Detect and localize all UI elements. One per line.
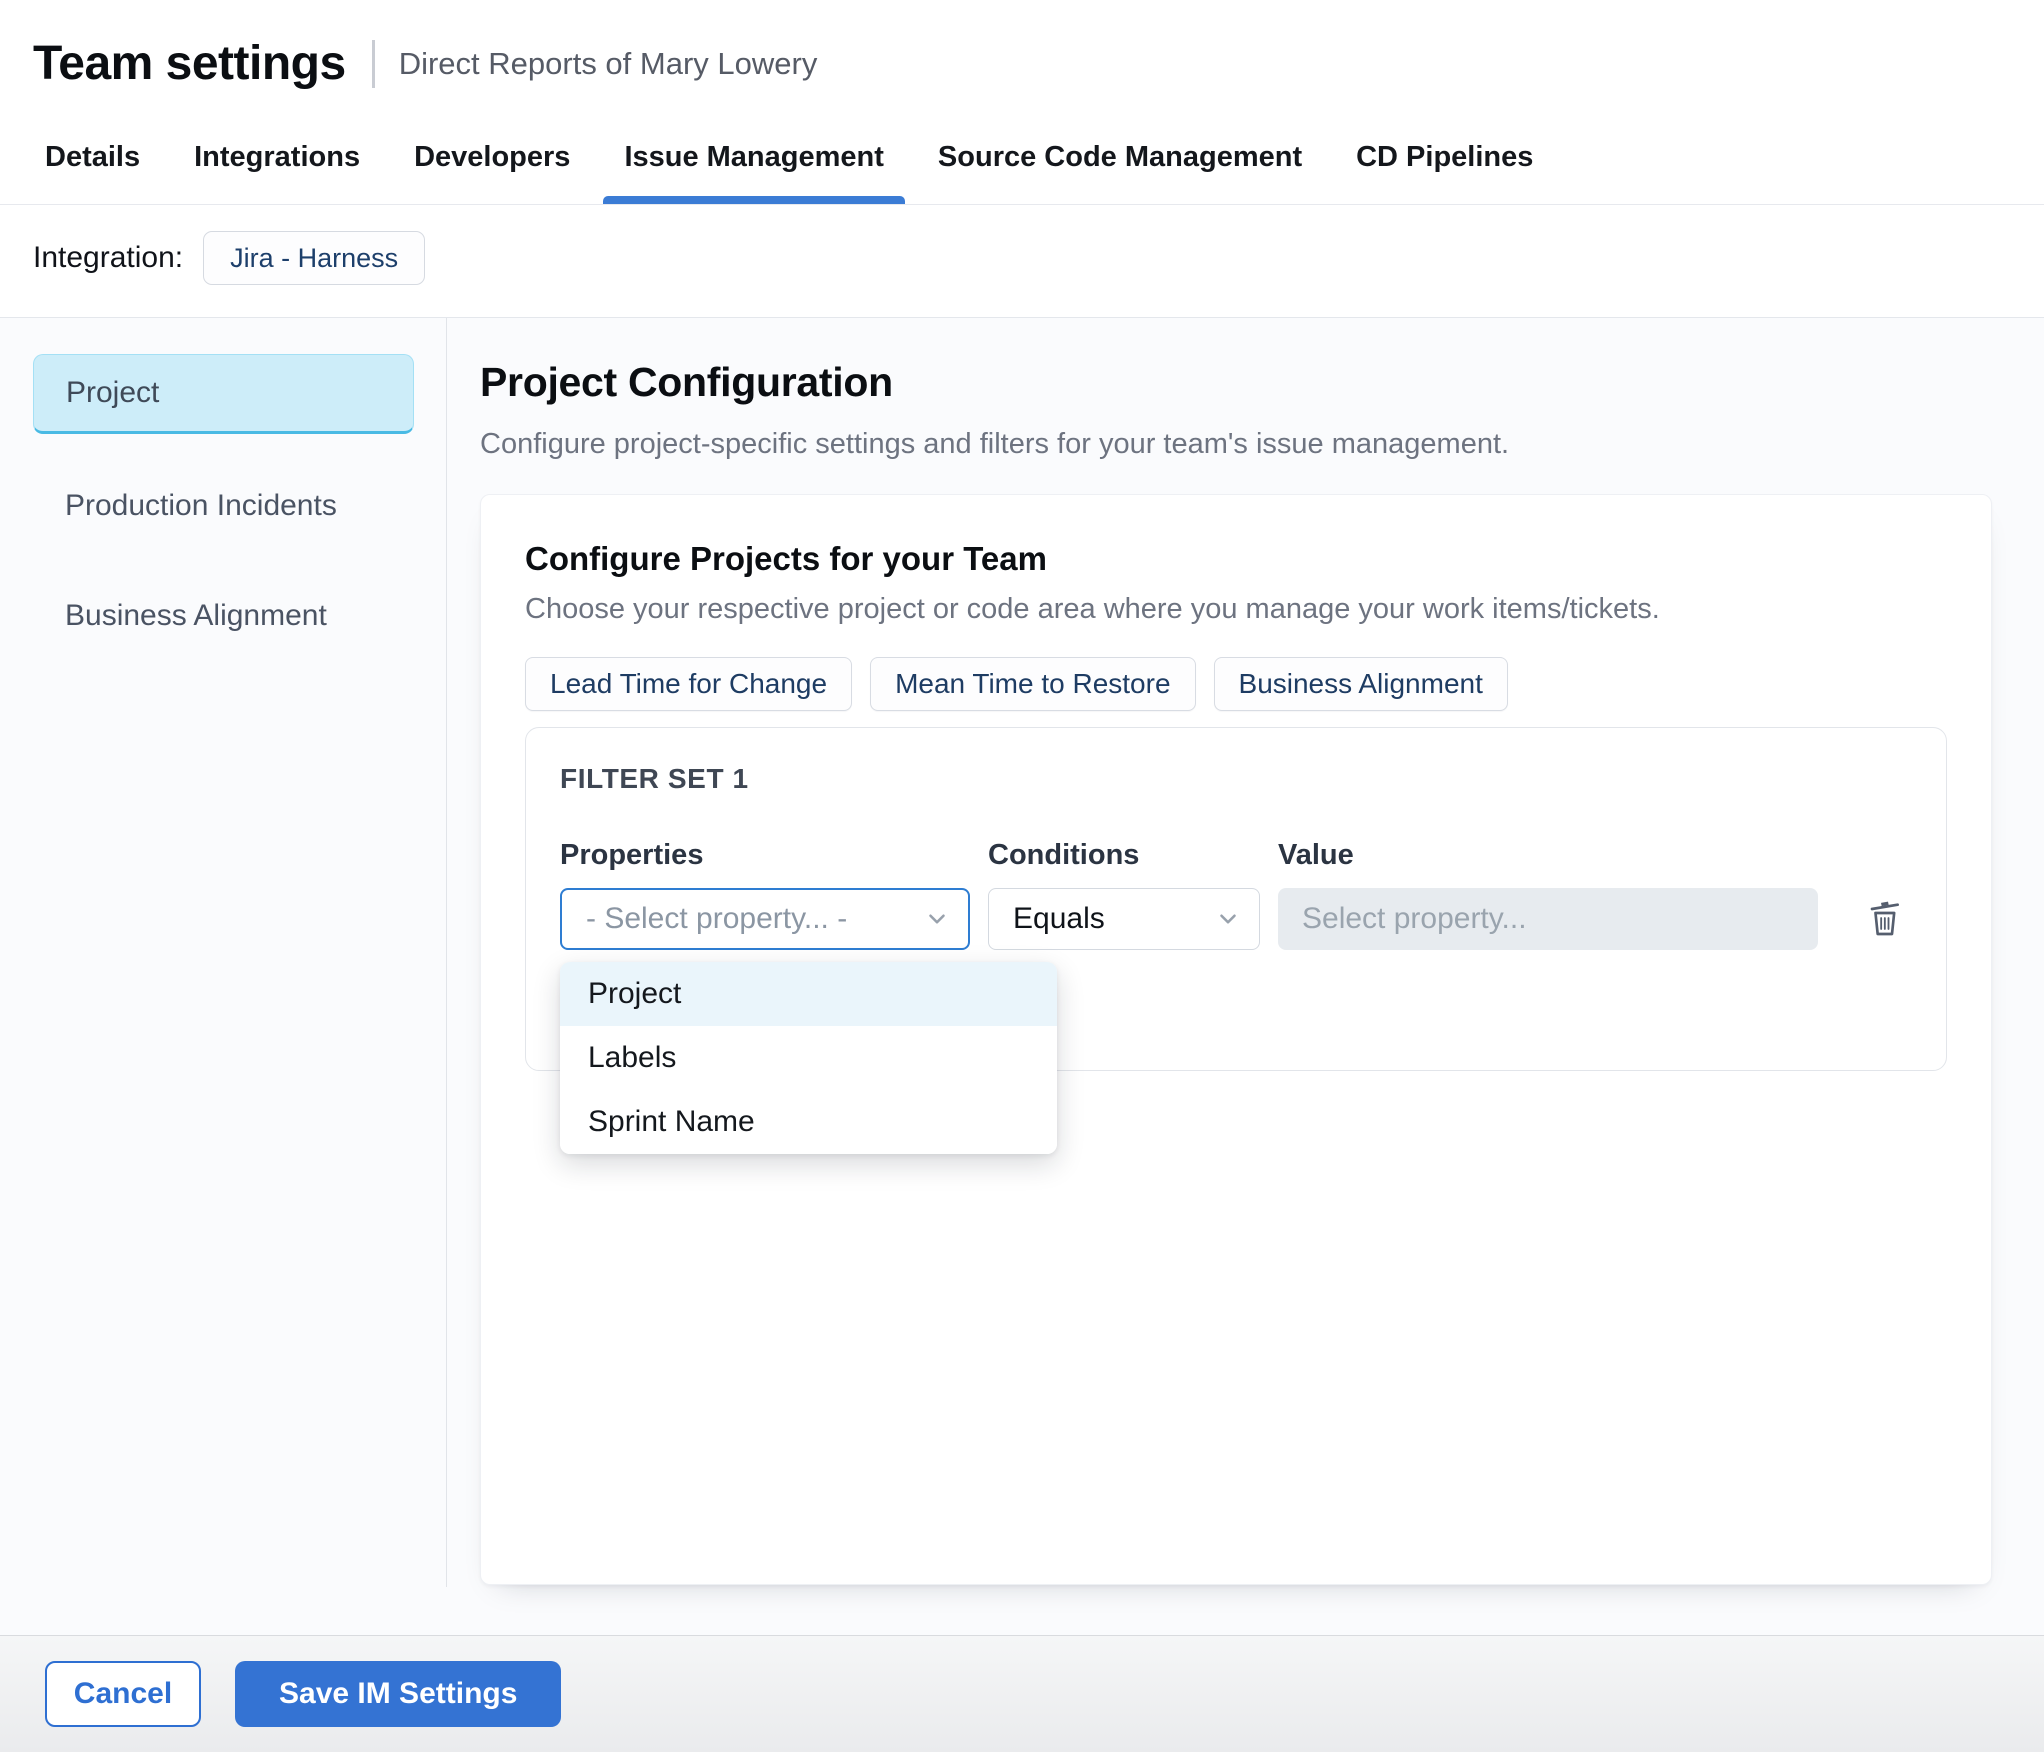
metric-pills: Lead Time for Change Mean Time to Restor… <box>525 657 1947 711</box>
tab-issue-management[interactable]: Issue Management <box>597 116 910 204</box>
integration-label: Integration: <box>33 241 184 274</box>
main-panel: Project Configuration Configure project-… <box>447 318 2044 1635</box>
integration-row: Integration: Jira - Harness <box>0 205 2044 318</box>
title-divider <box>371 40 375 88</box>
filter-set-title: FILTER SET 1 <box>560 763 749 794</box>
properties-select-value: - Select property... - <box>586 902 848 935</box>
chevron-down-icon <box>924 906 950 932</box>
pill-business-alignment[interactable]: Business Alignment <box>1213 657 1508 711</box>
dropdown-option-labels[interactable]: Labels <box>560 1026 1057 1090</box>
integration-chip[interactable]: Jira - Harness <box>203 231 426 285</box>
dropdown-option-sprint-name[interactable]: Sprint Name <box>560 1090 1057 1154</box>
filter-grid: Properties Conditions Value - Select pro… <box>560 838 1912 950</box>
settings-sidebar: Project Production Incidents Business Al… <box>0 318 447 1635</box>
configure-projects-card: Configure Projects for your Team Choose … <box>480 494 1992 1585</box>
filter-set-1: FILTER SET 1 Properties Conditions Value… <box>525 727 1947 1154</box>
properties-select[interactable]: - Select property... - <box>560 888 970 950</box>
conditions-select[interactable]: Equals <box>988 888 1260 950</box>
tab-details[interactable]: Details <box>18 116 167 204</box>
properties-dropdown: Project Labels Sprint Name <box>560 962 1057 1154</box>
chevron-down-icon <box>1215 906 1241 932</box>
tab-cd-pipelines[interactable]: CD Pipelines <box>1329 116 1560 204</box>
page-title: Team settings <box>33 37 346 90</box>
conditions-select-value: Equals <box>1013 902 1105 935</box>
team-settings-page: Team settings Direct Reports of Mary Low… <box>0 0 2044 1752</box>
sidebar-item-production-incidents[interactable]: Production Incidents <box>33 468 414 544</box>
tab-integrations[interactable]: Integrations <box>167 116 387 204</box>
card-title: Configure Projects for your Team <box>525 540 1047 577</box>
sidebar-item-business-alignment[interactable]: Business Alignment <box>33 578 414 654</box>
footer-action-bar: Cancel Save IM Settings <box>0 1635 2044 1752</box>
dropdown-option-project[interactable]: Project <box>560 962 1057 1026</box>
conditions-column-label: Conditions <box>988 839 1140 871</box>
section-title: Project Configuration <box>480 359 893 405</box>
pill-lead-time-for-change[interactable]: Lead Time for Change <box>525 657 853 711</box>
tab-developers[interactable]: Developers <box>387 116 597 204</box>
pill-mean-time-to-restore[interactable]: Mean Time to Restore <box>870 657 1196 711</box>
cancel-button[interactable]: Cancel <box>45 1661 201 1727</box>
tab-bar: Details Integrations Developers Issue Ma… <box>0 116 2044 205</box>
properties-column-label: Properties <box>560 839 704 871</box>
tab-source-code-management[interactable]: Source Code Management <box>911 116 1329 204</box>
page-header: Team settings Direct Reports of Mary Low… <box>0 0 2044 116</box>
delete-filter-button[interactable] <box>1862 894 1908 944</box>
value-input[interactable] <box>1278 888 1818 950</box>
page-subtitle: Direct Reports of Mary Lowery <box>398 46 818 81</box>
value-column-label: Value <box>1278 839 1354 871</box>
section-subtitle: Configure project-specific settings and … <box>480 428 1510 460</box>
content-area: Project Production Incidents Business Al… <box>0 318 2044 1635</box>
card-subtitle: Choose your respective project or code a… <box>525 593 1660 625</box>
sidebar-item-project[interactable]: Project <box>33 354 414 434</box>
save-im-settings-button[interactable]: Save IM Settings <box>235 1661 562 1727</box>
trash-icon <box>1865 896 1905 943</box>
